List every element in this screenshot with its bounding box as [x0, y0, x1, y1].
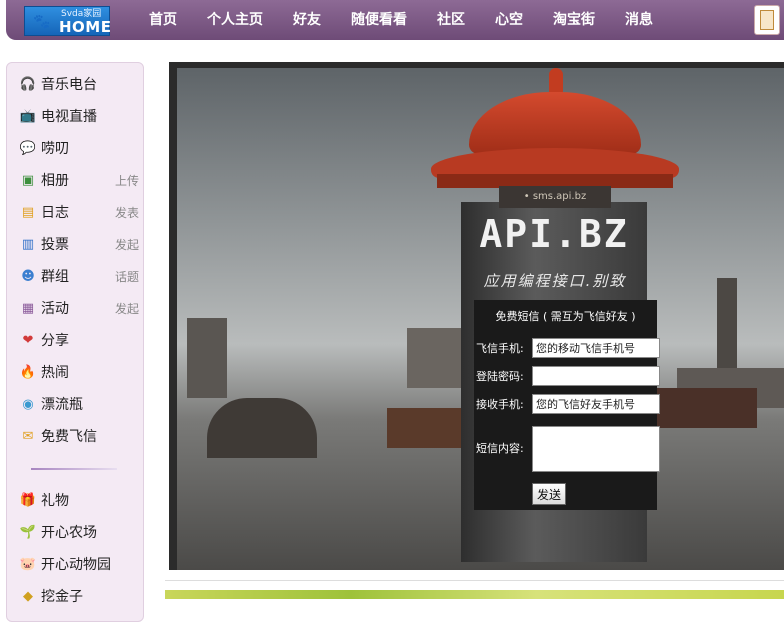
sidebar-item-album[interactable]: ▣ 相册 上传: [19, 169, 139, 191]
sidebar-item-dig-gold[interactable]: ◆ 挖金子: [19, 585, 139, 607]
sidebar-item-tv-live[interactable]: 📺 电视直播: [19, 105, 139, 127]
pillar-ring-text: • sms.api.bz: [499, 186, 611, 208]
bridge-tower: [407, 328, 467, 388]
sidebar-item-label: 开心农场: [41, 525, 97, 541]
sidebar-item-share[interactable]: ❤ 分享: [19, 329, 139, 351]
sidebar-item-label: 分享: [41, 333, 69, 349]
calendar-icon: ▦: [21, 300, 35, 316]
sidebar-item-groups[interactable]: ☻ 群组 话题: [19, 265, 139, 287]
sidebar-item-gifts[interactable]: 🎁 礼物: [19, 489, 139, 511]
receiver-label: 接收手机:: [476, 398, 524, 411]
sidebar-item-happy-farm[interactable]: 🌱 开心农场: [19, 521, 139, 543]
logo-big-text: HOME: [59, 18, 112, 36]
nav-home[interactable]: 首页: [134, 0, 192, 40]
vote-start-link[interactable]: 发起: [115, 236, 139, 253]
pig-icon: 🐷: [19, 556, 37, 572]
carriage-silhouette: [207, 398, 317, 458]
content-divider: [165, 580, 784, 581]
receiver-row: 接收手机:: [476, 394, 660, 414]
album-upload-link[interactable]: 上传: [115, 172, 139, 189]
password-input[interactable]: [532, 366, 660, 386]
sidebar-item-free-fetion[interactable]: ✉ 免费飞信: [19, 425, 139, 447]
flame-icon: 🔥: [19, 364, 37, 380]
top-navigation-bar: 🐾 Svda家园 HOME 首页 个人主页 好友 随便看看 社区 心空 淘宝街 …: [6, 0, 784, 40]
gold-icon: ◆: [23, 588, 33, 604]
paw-icon: 🐾: [33, 14, 51, 30]
main-nav: 首页 个人主页 好友 随便看看 社区 心空 淘宝街 消息: [134, 0, 668, 40]
sprout-icon: 🌱: [19, 524, 37, 540]
sidebar-divider: [31, 468, 117, 470]
sidebar-item-label: 开心动物园: [41, 557, 111, 573]
sidebar-item-label: 漂流瓶: [41, 397, 83, 413]
sidebar-item-music-radio[interactable]: 🎧 音乐电台: [19, 73, 139, 95]
nav-taobao[interactable]: 淘宝街: [538, 0, 610, 40]
sidebar-item-chatter[interactable]: 💬 唠叨: [19, 137, 139, 159]
site-logo[interactable]: 🐾 Svda家园 HOME: [24, 6, 112, 36]
sidebar: 🎧 音乐电台 📺 电视直播 💬 唠叨 ▣ 相册 上传 ▤ 日志 发表 ▥ 投票 …: [6, 62, 144, 622]
sidebar-item-happy-zoo[interactable]: 🐷 开心动物园: [19, 553, 139, 575]
group-icon: ☻: [21, 268, 35, 284]
fetion-icon: ✉: [22, 428, 34, 444]
tv-icon: 📺: [19, 108, 37, 124]
password-row: 登陆密码:: [476, 366, 660, 386]
content-label: 短信内容:: [476, 442, 524, 455]
brick-wall: [387, 408, 467, 448]
sidebar-item-label: 活动: [41, 301, 69, 317]
sidebar-item-blog[interactable]: ▤ 日志 发表: [19, 201, 139, 223]
password-label: 登陆密码:: [476, 370, 524, 383]
sidebar-item-hot[interactable]: 🔥 热闹: [19, 361, 139, 383]
nav-profile[interactable]: 个人主页: [192, 0, 278, 40]
nav-friends[interactable]: 好友: [278, 0, 336, 40]
sidebar-item-label: 投票: [41, 237, 69, 253]
notebook-icon: ▤: [21, 204, 35, 220]
sidebar-item-label: 音乐电台: [41, 77, 97, 93]
sidebar-item-label: 挖金子: [41, 589, 83, 605]
sms-form-title: 免费短信 ( 需互为飞信好友 ): [495, 310, 636, 323]
sidebar-item-label: 群组: [41, 269, 69, 285]
sidebar-item-events[interactable]: ▦ 活动 发起: [19, 297, 139, 319]
sms-content-textarea[interactable]: [532, 426, 660, 472]
sidebar-item-label: 免费飞信: [41, 429, 97, 445]
sidebar-item-drift-bottle[interactable]: ◉ 漂流瓶: [19, 393, 139, 415]
gift-icon: 🎁: [19, 492, 37, 508]
events-start-link[interactable]: 发起: [115, 300, 139, 317]
headphones-icon: 🎧: [19, 76, 37, 92]
sidebar-item-label: 电视直播: [41, 109, 97, 125]
nav-messages[interactable]: 消息: [610, 0, 668, 40]
notebook-button[interactable]: [754, 5, 780, 35]
groups-topic-link[interactable]: 话题: [115, 268, 139, 285]
nav-community[interactable]: 社区: [422, 0, 480, 40]
phone-label: 飞信手机:: [476, 342, 524, 355]
sidebar-item-label: 相册: [41, 173, 69, 189]
nav-browse[interactable]: 随便看看: [336, 0, 422, 40]
phone-row: 飞信手机:: [476, 338, 660, 358]
heart-icon: ❤: [22, 332, 34, 348]
sidebar-item-label: 日志: [41, 205, 69, 221]
sidebar-item-vote[interactable]: ▥ 投票 发起: [19, 233, 139, 255]
chat-bubble-icon: 💬: [19, 140, 37, 156]
nav-xinkong[interactable]: 心空: [480, 0, 538, 40]
sidebar-item-label: 礼物: [41, 493, 69, 509]
receiver-input[interactable]: [532, 394, 660, 414]
building-left: [187, 318, 227, 398]
banner-title: API.BZ: [479, 212, 629, 256]
photo-album-icon: ▣: [21, 172, 35, 188]
phone-input[interactable]: [532, 338, 660, 358]
bottom-banner-strip: [165, 590, 784, 599]
sidebar-item-label: 热闹: [41, 365, 69, 381]
bottle-icon: ◉: [22, 396, 34, 412]
sidebar-item-label: 唠叨: [41, 141, 69, 157]
send-button[interactable]: 发送: [532, 483, 566, 505]
sms-form: 免费短信 ( 需互为飞信好友 ) 飞信手机: 登陆密码: 接收手机: 短信内容:…: [474, 300, 660, 510]
blog-publish-link[interactable]: 发表: [115, 204, 139, 221]
banner-subtitle: 应用编程接口.别致: [483, 272, 627, 290]
bar-chart-icon: ▥: [21, 236, 35, 252]
notebook-icon: [760, 10, 774, 30]
sms-banner: • sms.api.bz API.BZ 应用编程接口.别致 免费短信 ( 需互为…: [169, 62, 784, 570]
